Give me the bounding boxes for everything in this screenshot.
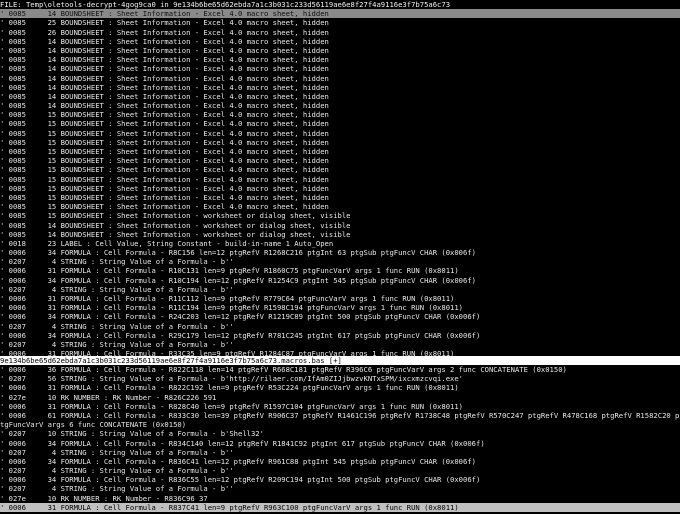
code-line[interactable]: ' 0085 15 BOUNDSHEET : Sheet Information… bbox=[0, 110, 680, 119]
code-line[interactable]: ' 0085 14 BOUNDSHEET : Sheet Information… bbox=[0, 46, 680, 55]
code-line[interactable]: ' 0006 34 FORMULA : Cell Formula - R836C… bbox=[0, 457, 680, 466]
code-line[interactable]: ' 0085 15 BOUNDSHEET : Sheet Information… bbox=[0, 119, 680, 128]
code-line[interactable]: ' 0018 23 LABEL : Cell Value, String Con… bbox=[0, 239, 680, 248]
code-line[interactable]: ' 0006 31 FORMULA : Cell Formula - R11C1… bbox=[0, 294, 680, 303]
code-line[interactable]: ' 0085 14 BOUNDSHEET : Sheet Information… bbox=[0, 74, 680, 83]
code-line[interactable]: ' 0006 31 FORMULA : Cell Formula - R10C1… bbox=[0, 266, 680, 275]
code-line[interactable]: ' 0207 56 STRING : String Value of a For… bbox=[0, 374, 680, 383]
code-line[interactable]: ' 0006 36 FORMULA : Cell Formula - R822C… bbox=[0, 365, 680, 374]
code-line[interactable]: ' 0207 4 STRING : String Value of a Form… bbox=[0, 484, 680, 493]
code-line[interactable]: ' 0006 34 FORMULA : Cell Formula - R10C1… bbox=[0, 276, 680, 285]
code-line[interactable]: ' 0085 26 BOUNDSHEET : Sheet Information… bbox=[0, 28, 680, 37]
file-header-line[interactable]: FILE: Temp\oletools-decrypt-4gog9ca0 in … bbox=[0, 0, 680, 9]
code-line[interactable]: ' 0006 61 FORMULA : Cell Formula - R833C… bbox=[0, 411, 680, 429]
code-line[interactable]: ' 0085 15 BOUNDSHEET : Sheet Information… bbox=[0, 175, 680, 184]
code-line[interactable]: ' 0207 10 STRING : String Value of a For… bbox=[0, 429, 680, 438]
code-line[interactable]: ' 0006 31 FORMULA : Cell Formula - R11C1… bbox=[0, 303, 680, 312]
code-line[interactable]: ' 0207 4 STRING : String Value of a Form… bbox=[0, 448, 680, 457]
code-line[interactable]: ' 0006 34 FORMULA : Cell Formula - R836C… bbox=[0, 475, 680, 484]
code-line[interactable]: ' 0085 14 BOUNDSHEET : Sheet Information… bbox=[0, 64, 680, 73]
code-line[interactable]: ' 0006 31 FORMULA : Cell Formula - R822C… bbox=[0, 383, 680, 392]
code-line[interactable]: ' 027e 10 RK NUMBER : RK Number - R836C9… bbox=[0, 494, 680, 503]
code-line[interactable]: ' 0085 14 BOUNDSHEET : Sheet Information… bbox=[0, 230, 680, 239]
code-line[interactable]: ' 0085 15 BOUNDSHEET : Sheet Information… bbox=[0, 129, 680, 138]
code-line[interactable]: ' 0006 34 FORMULA : Cell Formula - R29C1… bbox=[0, 331, 680, 340]
code-line[interactable]: ' 0085 15 BOUNDSHEET : Sheet Information… bbox=[0, 165, 680, 174]
code-line[interactable]: ' 0085 15 BOUNDSHEET : Sheet Information… bbox=[0, 156, 680, 165]
code-line[interactable]: ' 0006 31 FORMULA : Cell Formula - R837C… bbox=[0, 502, 680, 513]
code-line[interactable]: ' 0085 15 BOUNDSHEET : Sheet Information… bbox=[0, 147, 680, 156]
code-line[interactable]: ' 0207 4 STRING : String Value of a Form… bbox=[0, 340, 680, 349]
code-line[interactable]: ' 0006 34 FORMULA : Cell Formula - R24C2… bbox=[0, 312, 680, 321]
code-line[interactable]: ' 0207 4 STRING : String Value of a Form… bbox=[0, 257, 680, 266]
code-line[interactable]: ' 0085 14 BOUNDSHEET : Sheet Information… bbox=[0, 9, 680, 19]
code-line[interactable]: ' 0085 14 BOUNDSHEET : Sheet Information… bbox=[0, 37, 680, 46]
code-line[interactable]: ' 0006 34 FORMULA : Cell Formula - R834C… bbox=[0, 439, 680, 448]
code-line[interactable]: ' 0006 31 FORMULA : Cell Formula - R33C3… bbox=[0, 349, 680, 356]
code-line[interactable]: ' 0006 31 FORMULA : Cell Formula - R828C… bbox=[0, 402, 680, 411]
code-line[interactable]: ' 0006 34 FORMULA : Cell Formula - R8C15… bbox=[0, 248, 680, 257]
code-line[interactable]: ' 0207 4 STRING : String Value of a Form… bbox=[0, 322, 680, 331]
split-status-bar[interactable]: 9e134b6be65d62ebda7a1c3b031c233d56119ae6… bbox=[0, 356, 680, 365]
code-line[interactable]: ' 0085 14 BOUNDSHEET : Sheet Information… bbox=[0, 83, 680, 92]
code-line[interactable]: ' 0085 15 BOUNDSHEET : Sheet Information… bbox=[0, 138, 680, 147]
code-line[interactable]: ' 0085 14 BOUNDSHEET : Sheet Information… bbox=[0, 221, 680, 230]
bottom-editor-pane[interactable]: ' 0006 36 FORMULA : Cell Formula - R822C… bbox=[0, 365, 680, 514]
code-line[interactable]: ' 0085 14 BOUNDSHEET : Sheet Information… bbox=[0, 101, 680, 110]
code-line[interactable]: ' 0085 14 BOUNDSHEET : Sheet Information… bbox=[0, 92, 680, 101]
code-line[interactable]: ' 0207 4 STRING : String Value of a Form… bbox=[0, 285, 680, 294]
code-line[interactable]: ' 0085 14 BOUNDSHEET : Sheet Information… bbox=[0, 55, 680, 64]
code-line[interactable]: ' 0085 25 BOUNDSHEET : Sheet Information… bbox=[0, 18, 680, 27]
code-line[interactable]: ' 0085 15 BOUNDSHEET : Sheet Information… bbox=[0, 184, 680, 193]
code-line[interactable]: ' 0207 4 STRING : String Value of a Form… bbox=[0, 466, 680, 475]
code-line[interactable]: ' 027e 10 RK NUMBER : RK Number - R826C2… bbox=[0, 393, 680, 402]
top-editor-pane[interactable]: FILE: Temp\oletools-decrypt-4gog9ca0 in … bbox=[0, 0, 680, 356]
code-line[interactable]: ' 0085 15 BOUNDSHEET : Sheet Information… bbox=[0, 193, 680, 202]
code-line[interactable]: ' 0085 15 BOUNDSHEET : Sheet Information… bbox=[0, 211, 680, 220]
code-line[interactable]: ' 0085 15 BOUNDSHEET : Sheet Information… bbox=[0, 202, 680, 211]
